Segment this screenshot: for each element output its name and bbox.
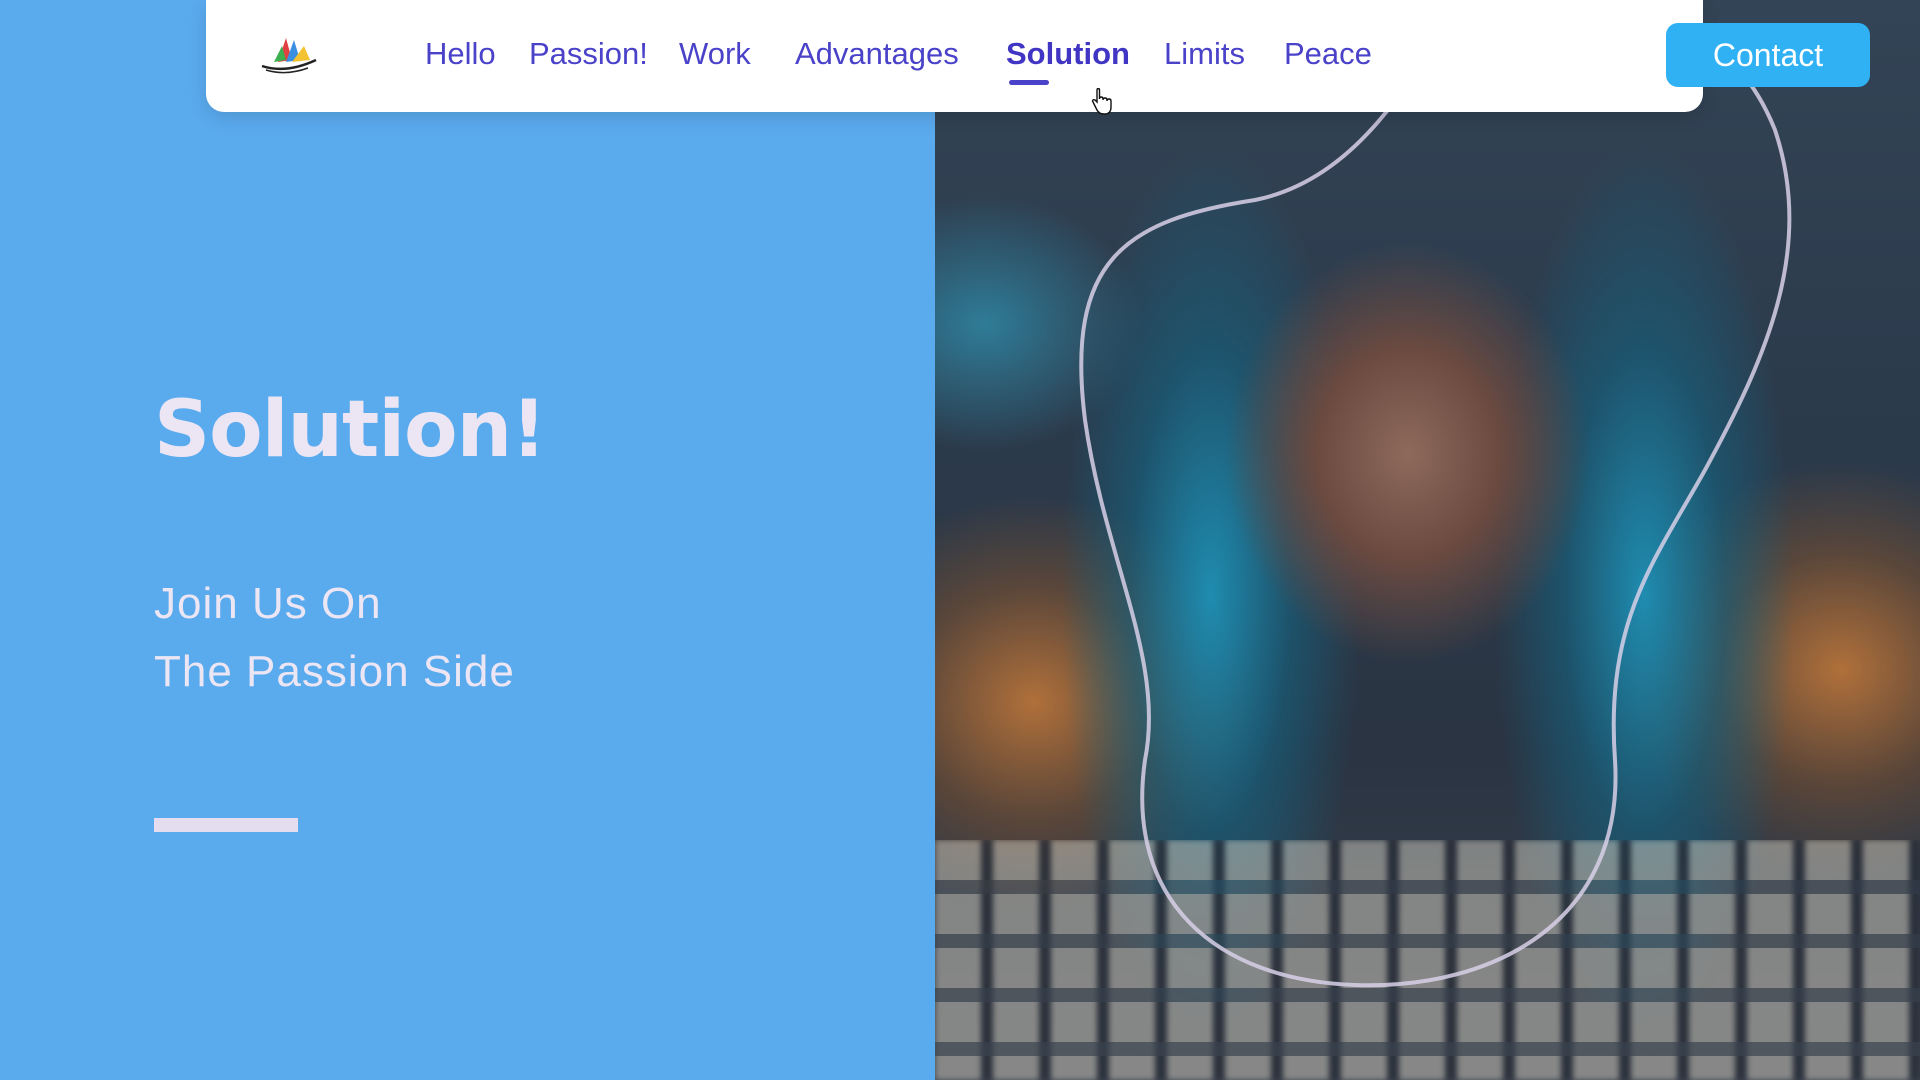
left-panel: Solution! Join Us On The Passion Side	[0, 0, 935, 1080]
nav-item-peace[interactable]: Peace	[1284, 36, 1372, 72]
nav-item-advantages[interactable]: Advantages	[795, 36, 959, 72]
nav-item-solution[interactable]: Solution	[1006, 36, 1130, 72]
hero-title: Solution!	[154, 385, 547, 475]
top-navbar: Hello Passion! Work Advantages Solution …	[206, 0, 1870, 112]
hero-divider	[154, 818, 298, 832]
nav-item-passion[interactable]: Passion!	[529, 36, 648, 72]
nav-item-work[interactable]: Work	[679, 36, 751, 72]
nav-item-hello[interactable]: Hello	[425, 36, 496, 72]
nav-item-limits[interactable]: Limits	[1164, 36, 1245, 72]
boat-logo-icon[interactable]	[256, 32, 322, 76]
active-tab-indicator	[1009, 80, 1049, 85]
hero-subtitle-line1: Join Us On	[154, 579, 382, 628]
hero-subtitle-line2: The Passion Side	[154, 647, 515, 696]
blob-outline	[1079, 0, 1792, 988]
hero-subtitle: Join Us On The Passion Side	[154, 570, 515, 706]
hand-pointer-icon	[1091, 88, 1112, 115]
contact-button[interactable]: Contact	[1666, 23, 1870, 87]
